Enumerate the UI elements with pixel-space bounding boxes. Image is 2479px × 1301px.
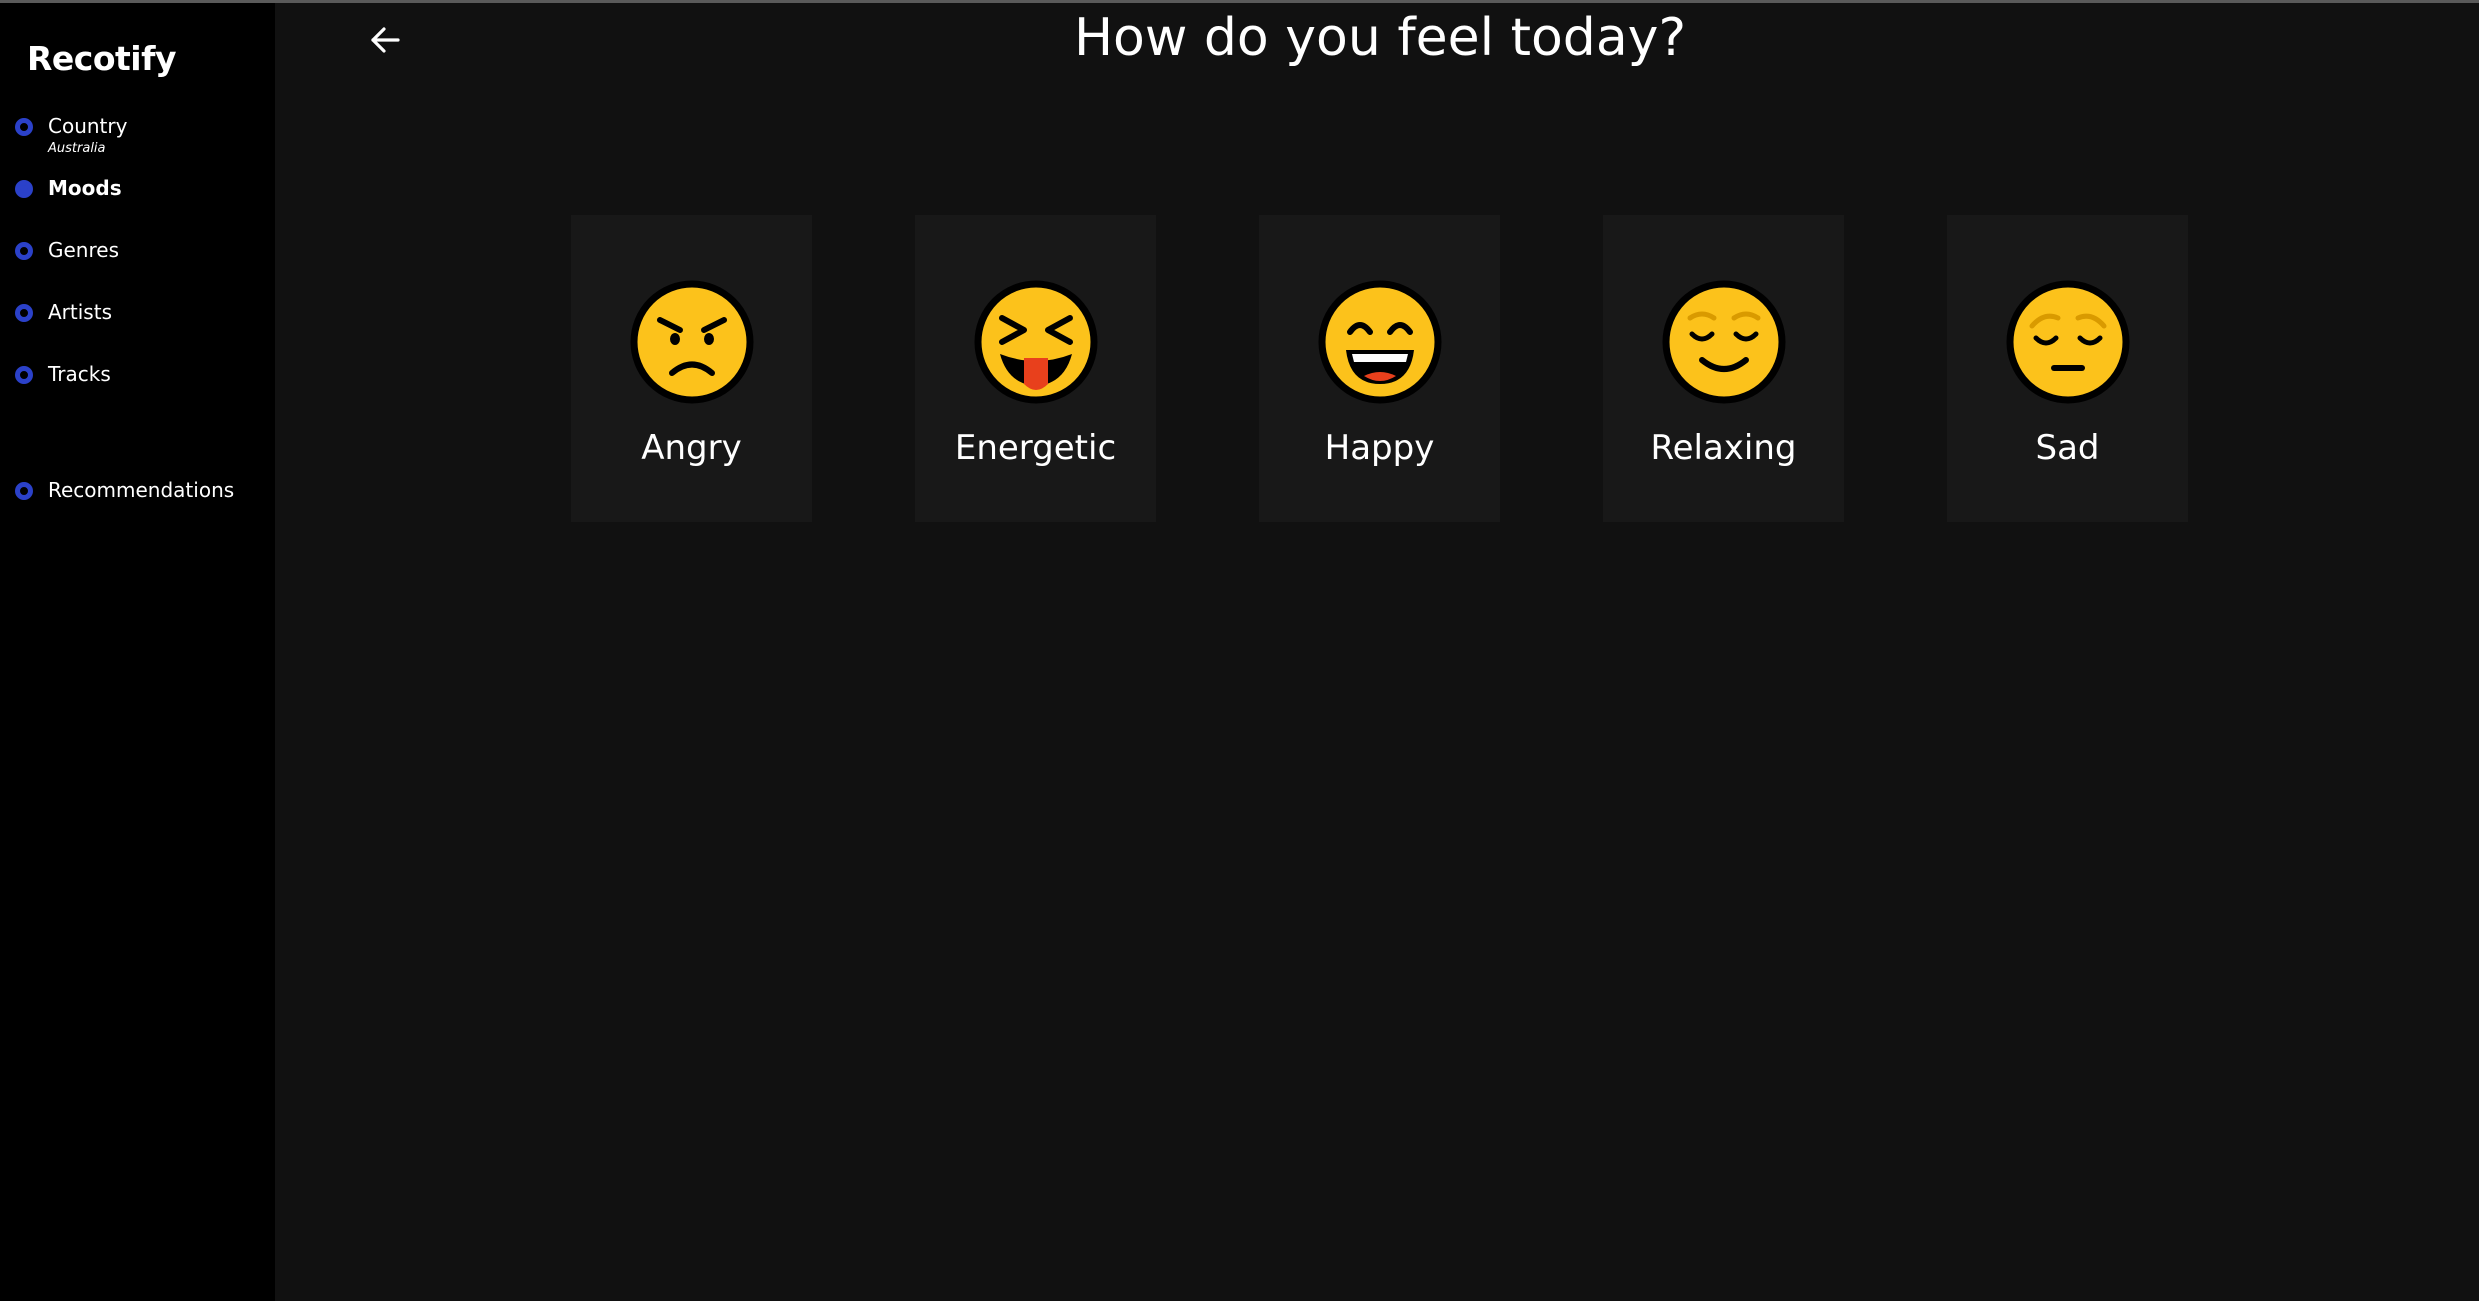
mood-card-sad[interactable]: Sad xyxy=(1947,215,2188,522)
sidebar-item-label: Recommendations xyxy=(48,478,235,502)
pensive-face-icon xyxy=(2006,280,2130,404)
mood-card-happy[interactable]: Happy xyxy=(1259,215,1500,522)
mood-label: Sad xyxy=(2035,428,2100,468)
sidebar-item-label: Country xyxy=(48,114,128,138)
angry-face-icon xyxy=(630,280,754,404)
sidebar-item-tracks[interactable]: Tracks xyxy=(0,359,275,409)
app-logo: Recotify xyxy=(27,39,176,78)
relieved-face-icon xyxy=(1662,280,1786,404)
mood-card-angry[interactable]: Angry xyxy=(571,215,812,522)
page-title: How do you feel today? xyxy=(1073,8,1687,68)
arrow-left-icon xyxy=(371,27,400,53)
sidebar-item-genres[interactable]: Genres xyxy=(0,235,275,285)
sidebar: Recotify Country Australia Moods Genres … xyxy=(0,3,275,1301)
mood-label: Energetic xyxy=(954,428,1117,468)
squinting-tongue-face-icon xyxy=(974,280,1098,404)
back-button[interactable] xyxy=(364,20,408,64)
sidebar-item-label: Genres xyxy=(48,238,119,262)
step-circle-icon xyxy=(15,304,33,322)
mood-card-energetic[interactable]: Energetic xyxy=(915,215,1156,522)
mood-label: Happy xyxy=(1324,428,1435,468)
sidebar-item-label: Moods xyxy=(48,176,122,200)
step-circle-icon xyxy=(15,482,33,500)
mood-label: Angry xyxy=(641,428,742,468)
step-circle-icon xyxy=(15,366,33,384)
step-circle-icon xyxy=(15,118,33,136)
mood-card-relaxing[interactable]: Relaxing xyxy=(1603,215,1844,522)
step-circle-filled-icon xyxy=(15,180,33,198)
selected-country: Australia xyxy=(48,141,106,156)
step-circle-icon xyxy=(15,242,33,260)
sidebar-item-moods[interactable]: Moods xyxy=(0,173,275,223)
grinning-face-icon xyxy=(1318,280,1442,404)
sidebar-item-artists[interactable]: Artists xyxy=(0,297,275,347)
sidebar-item-recommendations[interactable]: Recommendations xyxy=(0,475,275,525)
sidebar-item-label: Tracks xyxy=(48,362,111,386)
sidebar-item-label: Artists xyxy=(48,300,112,324)
window-top-border xyxy=(0,0,2479,3)
sidebar-item-country[interactable]: Country Australia xyxy=(0,111,275,161)
mood-label: Relaxing xyxy=(1650,428,1797,468)
